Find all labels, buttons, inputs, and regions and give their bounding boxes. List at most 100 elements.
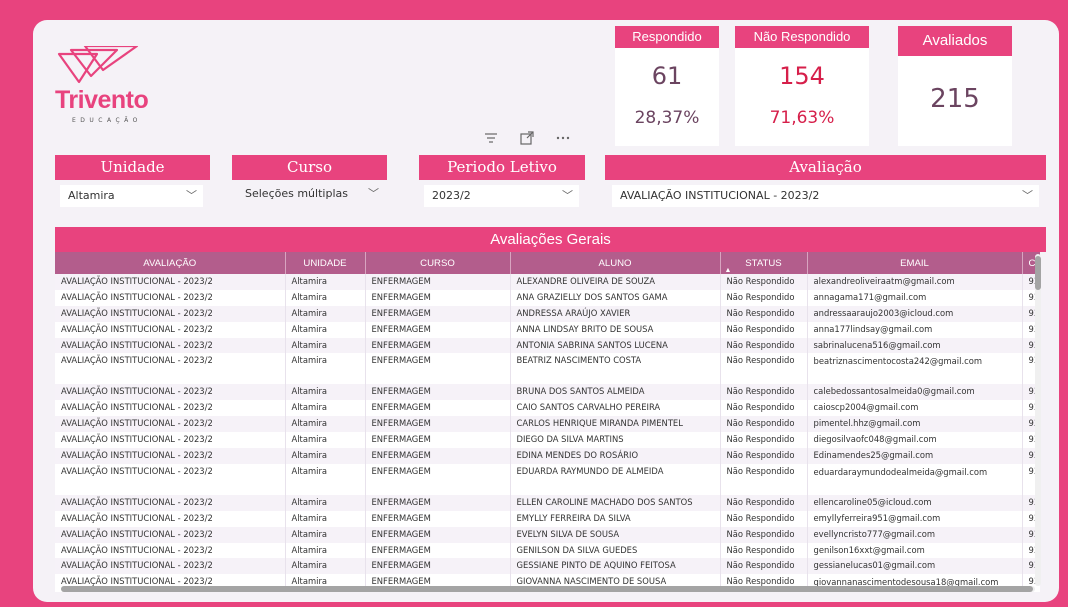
- table-cell: AVALIAÇÃO INSTITUCIONAL - 2023/2: [55, 542, 286, 559]
- table-cell: Altamira: [285, 526, 366, 543]
- table-cell: Altamira: [285, 321, 366, 338]
- table-cell: calebedossantosalmeida0@gmail.com: [807, 384, 1023, 401]
- curso-slicer-label: Curso: [232, 155, 387, 180]
- unidade-selected-value: Altamira: [68, 189, 115, 202]
- table-row[interactable]: AVALIAÇÃO INSTITUCIONAL - 2023/2 Altamira…: [55, 494, 1040, 511]
- table-row[interactable]: AVALIAÇÃO INSTITUCIONAL - 2023/2 Altamira…: [55, 274, 1040, 290]
- table-cell: diegosilvaofc048@gmail.com: [807, 432, 1023, 449]
- table-cell: Não Respondido: [720, 305, 808, 322]
- table-cell: AVALIAÇÃO INSTITUCIONAL - 2023/2: [55, 416, 286, 433]
- table-cell: ENFERMAGEM: [365, 337, 511, 354]
- table-cell: Edinamendes25@gmail.com: [807, 448, 1023, 464]
- table-row[interactable]: AVALIAÇÃO INSTITUCIONAL - 2023/2 Altamira…: [55, 542, 1040, 559]
- table-cell: pimentel.hhz@gmail.com: [807, 416, 1023, 433]
- table-cell: GESSIANE PINTO DE AQUINO FEITOSA: [510, 558, 721, 575]
- column-header[interactable]: EMAIL: [807, 252, 1023, 274]
- table-cell: Altamira: [285, 494, 366, 511]
- table-cell: ellencaroline05@icloud.com: [807, 494, 1023, 511]
- table-cell: Não Respondido: [720, 289, 808, 306]
- table-cell: ENFERMAGEM: [365, 558, 511, 575]
- column-header[interactable]: AVALIAÇÃO: [55, 252, 286, 274]
- table-cell: CARLOS HENRIQUE MIRANDA PIMENTEL: [510, 416, 721, 433]
- table-row[interactable]: AVALIAÇÃO INSTITUCIONAL - 2023/2 Altamira…: [55, 510, 1040, 527]
- table-row[interactable]: AVALIAÇÃO INSTITUCIONAL - 2023/2 Altamira…: [55, 305, 1040, 322]
- kpi-nao-respondido-percent: 71,63%: [769, 108, 835, 128]
- avaliacao-selected-value: AVALIAÇÃO INSTITUCIONAL - 2023/2: [620, 189, 820, 202]
- table-row[interactable]: AVALIAÇÃO INSTITUCIONAL - 2023/2 Altamira…: [55, 400, 1040, 417]
- table-cell: Não Respondido: [720, 416, 808, 433]
- table-cell: Altamira: [285, 463, 366, 495]
- table-row[interactable]: AVALIAÇÃO INSTITUCIONAL - 2023/2 Altamira…: [55, 416, 1040, 433]
- avaliacao-dropdown[interactable]: AVALIAÇÃO INSTITUCIONAL - 2023/2 ﹀: [612, 185, 1039, 207]
- chevron-down-icon: ﹀: [186, 189, 197, 202]
- vertical-scrollbar-thumb[interactable]: [1035, 256, 1041, 290]
- table-row[interactable]: AVALIAÇÃO INSTITUCIONAL - 2023/2 Altamira…: [55, 526, 1040, 543]
- periodo-dropdown[interactable]: 2023/2 ﹀: [424, 185, 579, 207]
- table-cell: caioscp2004@gmail.com: [807, 400, 1023, 417]
- more-options-icon[interactable]: [550, 127, 576, 149]
- column-header[interactable]: ALUNO: [510, 252, 721, 274]
- column-header-status[interactable]: STATUS ▲: [720, 252, 808, 274]
- table-cell: AVALIAÇÃO INSTITUCIONAL - 2023/2: [55, 321, 286, 338]
- table-cell: Não Respondido: [720, 463, 808, 495]
- table-cell: DIEGO DA SILVA MARTINS: [510, 432, 721, 449]
- table-cell: Altamira: [285, 289, 366, 306]
- kpi-nao-respondido-count: 154: [779, 62, 825, 90]
- kpi-respondido-count: 61: [651, 62, 683, 90]
- curso-dropdown[interactable]: Seleções múltiplas ﹀: [237, 183, 385, 205]
- table-row[interactable]: AVALIAÇÃO INSTITUCIONAL - 2023/2 Altamira…: [55, 448, 1040, 464]
- unidade-slicer-label: Unidade: [55, 155, 210, 180]
- table-cell: AVALIAÇÃO INSTITUCIONAL - 2023/2: [55, 337, 286, 354]
- table-cell: ENFERMAGEM: [365, 353, 511, 385]
- vertical-scrollbar[interactable]: [1035, 254, 1041, 586]
- table-row[interactable]: AVALIAÇÃO INSTITUCIONAL - 2023/2 Altamira…: [55, 321, 1040, 338]
- kpi-avaliados-count: 215: [930, 84, 980, 114]
- sort-ascending-icon: ▲: [724, 267, 732, 274]
- kpi-respondido-percent: 28,37%: [634, 108, 700, 128]
- evaluations-table: AVALIAÇÃO UNIDADE CURSO ALUNO STATUS ▲ EM…: [55, 252, 1040, 592]
- chevron-down-icon: ﹀: [368, 187, 379, 200]
- table-cell: Altamira: [285, 353, 366, 385]
- table-cell: ENFERMAGEM: [365, 510, 511, 527]
- table-title: Avaliações Gerais: [55, 227, 1046, 252]
- table-cell: AVALIAÇÃO INSTITUCIONAL - 2023/2: [55, 274, 286, 290]
- column-header[interactable]: UNIDADE: [285, 252, 366, 274]
- table-cell: Altamira: [285, 510, 366, 527]
- table-cell: EDUARDA RAYMUNDO DE ALMEIDA: [510, 463, 721, 495]
- table-cell: Não Respondido: [720, 448, 808, 464]
- filter-icon[interactable]: [478, 127, 504, 149]
- table-cell: Altamira: [285, 384, 366, 401]
- table-cell: Altamira: [285, 274, 366, 290]
- horizontal-scrollbar[interactable]: [61, 586, 1035, 592]
- table-cell: BRUNA DOS SANTOS ALMEIDA: [510, 384, 721, 401]
- column-header[interactable]: CURSO: [365, 252, 511, 274]
- table-cell: Altamira: [285, 542, 366, 559]
- table-row[interactable]: AVALIAÇÃO INSTITUCIONAL - 2023/2 Altamira…: [55, 558, 1040, 575]
- table-cell: eduardaraymundodealmeida@gmail.com: [807, 463, 1023, 495]
- table-cell: ENFERMAGEM: [365, 400, 511, 417]
- table-cell: Não Respondido: [720, 321, 808, 338]
- table-row[interactable]: AVALIAÇÃO INSTITUCIONAL - 2023/2 Altamira…: [55, 353, 1040, 385]
- table-cell: Não Respondido: [720, 510, 808, 527]
- table-cell: EMYLLY FERREIRA DA SILVA: [510, 510, 721, 527]
- table-cell: Altamira: [285, 432, 366, 449]
- table-cell: emyllyferreira951@gmail.com: [807, 510, 1023, 527]
- table-cell: ENFERMAGEM: [365, 526, 511, 543]
- table-row[interactable]: AVALIAÇÃO INSTITUCIONAL - 2023/2 Altamira…: [55, 432, 1040, 449]
- column-header-label: STATUS: [745, 257, 782, 269]
- table-cell: ENFERMAGEM: [365, 289, 511, 306]
- brand-name: Trivento: [55, 86, 149, 114]
- kpi-respondido-card: Respondido 61 28,37%: [615, 26, 719, 146]
- focus-mode-icon[interactable]: [514, 127, 540, 149]
- unidade-dropdown[interactable]: Altamira ﹀: [60, 185, 203, 207]
- table-cell: AVALIAÇÃO INSTITUCIONAL - 2023/2: [55, 558, 286, 575]
- horizontal-scrollbar-thumb[interactable]: [61, 586, 1033, 592]
- table-cell: AVALIAÇÃO INSTITUCIONAL - 2023/2: [55, 463, 286, 495]
- table-cell: ENFERMAGEM: [365, 384, 511, 401]
- table-row[interactable]: AVALIAÇÃO INSTITUCIONAL - 2023/2 Altamira…: [55, 384, 1040, 401]
- table-row[interactable]: AVALIAÇÃO INSTITUCIONAL - 2023/2 Altamira…: [55, 337, 1040, 354]
- table-cell: EVELYN SILVA DE SOUSA: [510, 526, 721, 543]
- table-row[interactable]: AVALIAÇÃO INSTITUCIONAL - 2023/2 Altamira…: [55, 289, 1040, 306]
- table-cell: Não Respondido: [720, 353, 808, 385]
- table-row[interactable]: AVALIAÇÃO INSTITUCIONAL - 2023/2 Altamira…: [55, 463, 1040, 495]
